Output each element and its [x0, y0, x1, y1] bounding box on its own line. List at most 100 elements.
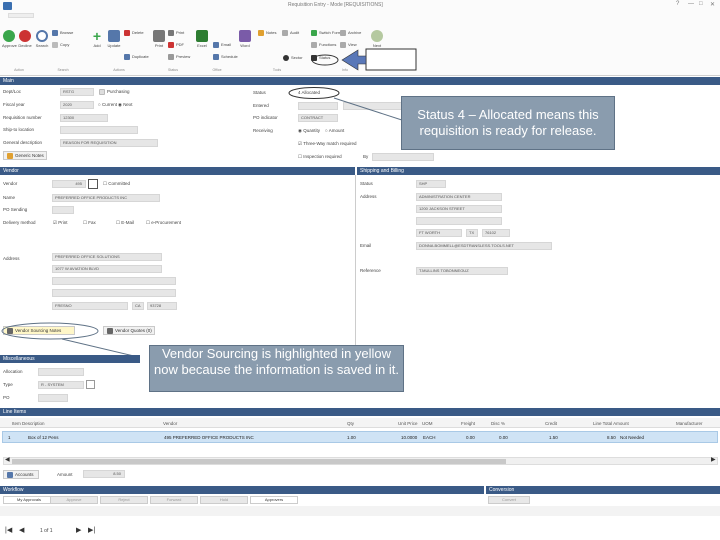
audit-button[interactable]: Audit [282, 30, 299, 36]
pdf-button[interactable]: PDF [168, 42, 184, 48]
close-window-button[interactable]: ✕ [710, 1, 715, 8]
vendor-name-field[interactable]: PREFERRED OFFICE PRODUCTS INC [52, 194, 160, 202]
committed-checkbox[interactable]: ☐ Committed [103, 181, 130, 187]
po-field[interactable] [38, 394, 68, 402]
group-label-action: Action [14, 68, 24, 72]
schedule-button[interactable]: Schedule [213, 54, 238, 60]
copy-button[interactable]: Copy [52, 42, 69, 48]
delivery-fax-checkbox[interactable]: ☐ Fax [83, 220, 96, 226]
inspection-by-field[interactable] [372, 153, 434, 161]
vendor-lookup-icon[interactable] [88, 179, 98, 189]
po-sending-field[interactable] [52, 206, 74, 214]
type-lookup-icon[interactable] [86, 380, 95, 389]
first-page-button[interactable]: |◀ [5, 526, 12, 534]
preview-button[interactable]: Preview [168, 54, 190, 60]
column-header-credit[interactable]: Credit [545, 421, 557, 426]
vendor-address-line-4[interactable] [52, 289, 176, 297]
sector-button[interactable]: Sector [283, 55, 303, 61]
radio-next[interactable]: ◉ Next [118, 102, 132, 108]
allocation-field[interactable] [38, 368, 84, 376]
shipping-email-field[interactable]: DONNA.BOMMELL@ESDTRANSLESS.TOOLS.NET [416, 242, 552, 250]
dept-loc-field[interactable]: RSTG [60, 88, 94, 96]
column-header-unit-price[interactable]: Unit Price [398, 421, 418, 426]
browse-button[interactable]: Browse [52, 30, 73, 36]
general-description-field[interactable]: REASON FOR REQUISITION [60, 139, 158, 147]
shipping-status-field[interactable]: SHP [416, 180, 446, 188]
tab-hold[interactable]: Hold [200, 496, 248, 504]
help-button[interactable]: ? [676, 1, 679, 7]
last-page-button[interactable]: ▶| [88, 526, 95, 534]
fiscal-year-field[interactable]: 2020 [60, 101, 94, 109]
switch-form-button[interactable]: Switch Form [311, 30, 341, 36]
column-header-freight[interactable]: Freight [461, 421, 475, 426]
scroll-right-icon[interactable]: ▶ [711, 456, 716, 463]
approve-button[interactable]: Approve [2, 30, 17, 48]
vendor-state-field[interactable]: CA [132, 302, 144, 310]
duplicate-button[interactable]: Duplicate [124, 54, 149, 60]
column-header-uom[interactable]: UOM [422, 421, 433, 426]
type-field[interactable]: R - SYSTEM [38, 381, 84, 389]
radio-quantity[interactable]: ◉ Quantity [298, 128, 320, 134]
print-small-button[interactable]: Print [168, 30, 184, 36]
minimize-button[interactable]: — [688, 1, 694, 7]
workflow-body [0, 506, 720, 516]
notes-button[interactable]: Notes [258, 30, 276, 36]
vendor-address-line-2[interactable]: 1077 W AVIATION BLVD [52, 265, 162, 273]
search-button[interactable]: Search [35, 30, 49, 48]
add-button[interactable]: + Add [90, 29, 104, 48]
three-way-match-checkbox[interactable]: ☑ Three-Way match required [298, 141, 357, 147]
table-row[interactable]: 1 Box of 12 Pens 495 PREFERRED OFFICE PR… [2, 431, 718, 443]
annotation-arrow [311, 48, 417, 71]
column-header-description[interactable]: Item Description [12, 421, 45, 426]
shipping-address-line-1[interactable]: ADMINISTRATION CENTER [416, 193, 502, 201]
vendor-zip-field[interactable]: 93728 [147, 302, 177, 310]
vendor-city-field[interactable]: FRESNO [52, 302, 128, 310]
column-header-vendor[interactable]: Vendor [163, 421, 177, 426]
next-icon [371, 30, 383, 42]
vendor-label: Vendor [3, 181, 18, 186]
word-button[interactable]: Word [238, 30, 252, 48]
tab-my-approvals[interactable]: My Approvals [3, 496, 55, 504]
shipping-city-field[interactable]: FT WORTH [416, 229, 462, 237]
column-header-manufacturer[interactable]: Manufacturer [676, 421, 703, 426]
next-page-button[interactable]: ▶ [76, 526, 81, 534]
tab-forward[interactable]: Forward [150, 496, 198, 504]
shipping-reference-field[interactable]: T.MULLINS TOBONNEOUZ [416, 267, 508, 275]
column-header-qty[interactable]: Qty [347, 421, 354, 426]
scroll-left-icon[interactable]: ◀ [5, 456, 10, 463]
update-button[interactable]: Update [106, 30, 122, 48]
convert-button[interactable]: Convert [488, 496, 530, 504]
shipping-zip-field[interactable]: 76102 [482, 229, 510, 237]
vendor-number-field[interactable]: 495 [52, 180, 86, 188]
tab-reject[interactable]: Reject [100, 496, 148, 504]
radio-amount[interactable]: ○ Amount [325, 128, 344, 133]
delete-button[interactable]: Delete [124, 30, 144, 36]
horizontal-scrollbar[interactable]: ◀ ▶ [3, 457, 718, 465]
accounts-button[interactable]: Accounts [3, 470, 39, 479]
delivery-email-checkbox[interactable]: ☐ E-Mail [116, 220, 134, 226]
delivery-print-checkbox[interactable]: ☑ Print [53, 220, 68, 226]
vendor-address-line-1[interactable]: PREFERRED OFFICE SOLUTIONS [52, 253, 162, 261]
email-button[interactable]: Email [213, 42, 231, 48]
excel-button[interactable]: Excel [195, 30, 209, 48]
radio-current[interactable]: ○ Current [98, 102, 117, 107]
column-header-disc[interactable]: Disc % [491, 421, 505, 426]
column-header-line-total[interactable]: Line Total Amount [593, 421, 629, 426]
shipping-address-line-2[interactable]: 1200 JACKSON STREET [416, 205, 502, 213]
ship-to-field[interactable] [60, 126, 138, 134]
generic-notes-button[interactable]: Generic Notes [3, 151, 47, 160]
delivery-eprocurement-checkbox[interactable]: ☐ e-Procurement [146, 220, 181, 226]
inspection-required-checkbox[interactable]: ☐ Inspection required [298, 154, 342, 160]
vendor-address-line-3[interactable] [52, 277, 176, 285]
scrollbar-thumb[interactable] [12, 459, 506, 464]
shipping-state-field[interactable]: TX [466, 229, 478, 237]
archive-button[interactable]: Archive [340, 30, 361, 36]
requisition-number-field[interactable]: 12300 [60, 114, 108, 122]
tab-approve[interactable]: Approve [50, 496, 98, 504]
maximize-button[interactable]: □ [699, 1, 703, 7]
print-button[interactable]: Print [152, 30, 166, 48]
shipping-address-line-3[interactable] [416, 217, 502, 225]
decline-button[interactable]: Decline [18, 30, 32, 48]
previous-page-button[interactable]: ◀ [19, 526, 24, 534]
tab-approvers[interactable]: Approvers [250, 496, 298, 504]
